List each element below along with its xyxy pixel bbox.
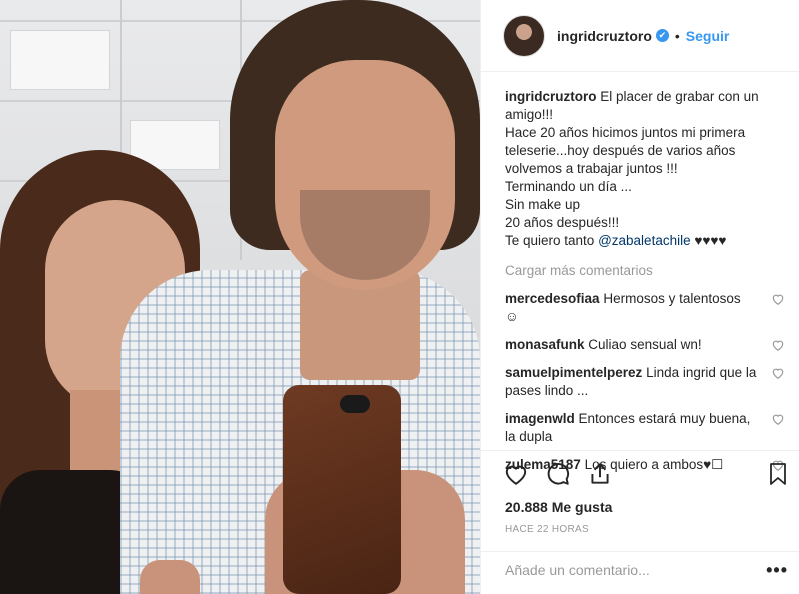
caption: ingridcruztoro El placer de grabar con u… (505, 88, 785, 250)
phone-camera (340, 395, 370, 413)
add-comment-bar: ••• (481, 551, 799, 594)
caption-text: El placer de grabar con un amigo!!! Hace… (505, 89, 759, 248)
add-comment-input[interactable] (505, 562, 745, 578)
comment-item: monasafunk Culiao sensual wn! (505, 336, 785, 354)
share-icon[interactable] (587, 461, 613, 487)
caption-username[interactable]: ingridcruztoro (505, 89, 597, 104)
bookmark-icon[interactable] (766, 461, 790, 487)
separator-dot: • (674, 27, 680, 44)
phone (283, 385, 401, 594)
follow-button[interactable]: Seguir (686, 28, 730, 44)
comment-username[interactable]: mercedesofiaa (505, 291, 600, 306)
comment-username[interactable]: imagenwld (505, 411, 575, 426)
comment-username[interactable]: monasafunk (505, 337, 585, 352)
heart-icon[interactable] (503, 461, 529, 487)
comments-section: ingridcruztoro El placer de grabar con u… (505, 88, 785, 484)
comment-username[interactable]: samuelpimentelperez (505, 365, 642, 380)
load-more-comments-button[interactable]: Cargar más comentarios (505, 262, 785, 280)
likes-count[interactable]: 20.888 Me gusta (505, 499, 612, 515)
post-actions: 20.888 Me gusta HACE 22 HORAS ••• (481, 450, 799, 594)
more-options-button[interactable]: ••• (766, 560, 788, 581)
like-comment-icon[interactable] (771, 412, 785, 426)
comment-text: Culiao sensual wn! (588, 337, 702, 352)
comment-item: imagenwld Entonces estará muy buena, la … (505, 410, 785, 446)
like-comment-icon[interactable] (771, 292, 785, 306)
caption-body: El placer de grabar con un amigo!!! Hace… (505, 89, 759, 248)
post-sidebar: ingridcruztoro ✔ • Seguir ingridcruztoro… (480, 0, 799, 594)
comment-item: samuelpimentelperez Linda ingrid que la … (505, 364, 785, 400)
like-comment-icon[interactable] (771, 366, 785, 380)
ceiling-light (10, 30, 110, 90)
action-icons (503, 461, 613, 487)
like-comment-icon[interactable] (771, 338, 785, 352)
verified-icon: ✔ (655, 29, 669, 42)
comment-icon[interactable] (545, 461, 571, 487)
caption-mention[interactable]: @zabaletachile (598, 233, 691, 248)
caption-hearts: ♥♥♥♥ (690, 233, 727, 248)
post-photo[interactable] (0, 0, 480, 594)
avatar[interactable] (503, 14, 545, 57)
post-timestamp: HACE 22 HORAS (505, 524, 589, 535)
header-username[interactable]: ingridcruztoro (557, 28, 652, 44)
woman-hand (140, 560, 200, 594)
post-header: ingridcruztoro ✔ • Seguir (481, 0, 799, 72)
comment-item: mercedesofiaa Hermosos y talentosos ☺ (505, 290, 785, 326)
